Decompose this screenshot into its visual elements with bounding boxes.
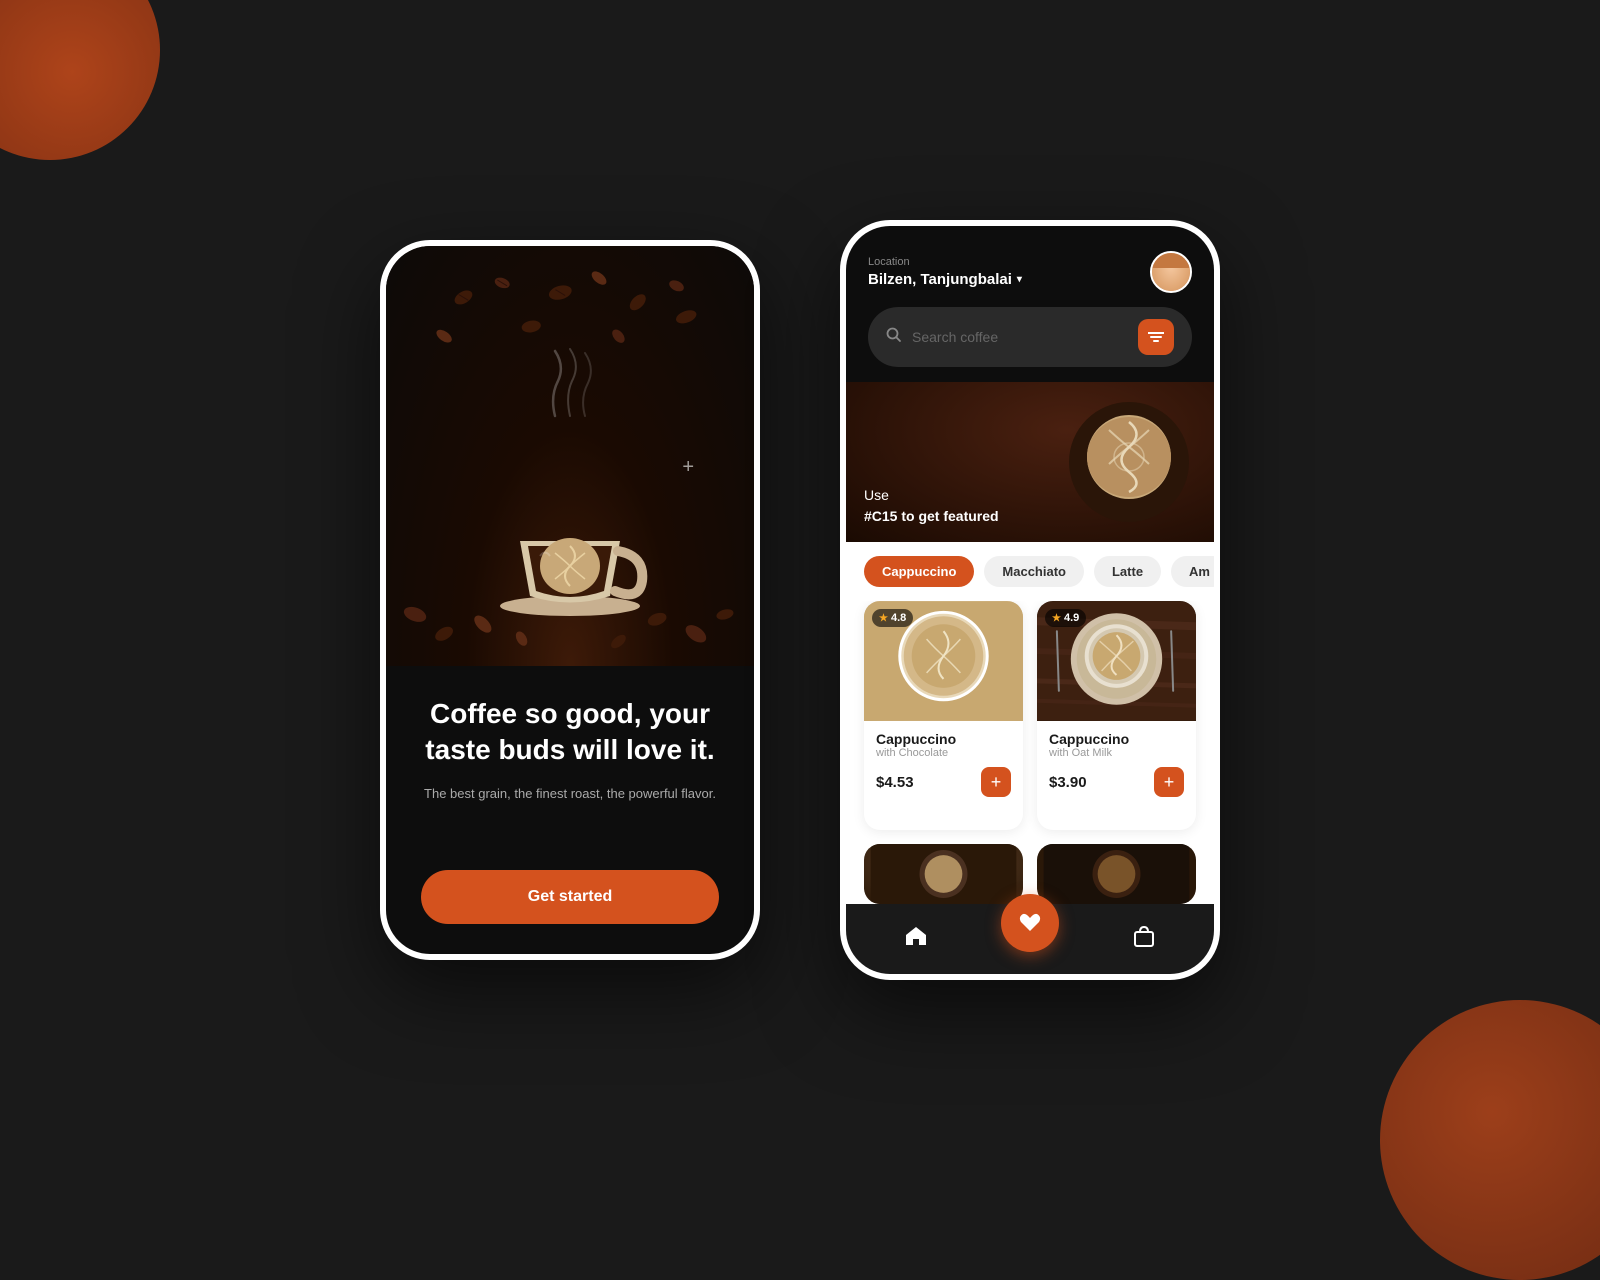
get-started-button[interactable]: Get started bbox=[421, 870, 719, 924]
product-name-2: Cappuccino bbox=[1049, 731, 1184, 747]
home-header: Location Bilzen, Tanjungbalai ▾ Sear bbox=[846, 226, 1214, 382]
add-to-cart-button-2[interactable]: + bbox=[1154, 767, 1184, 797]
location-block: Location Bilzen, Tanjungbalai ▾ bbox=[868, 256, 1022, 288]
bottom-card-2: ★ 4.5 bbox=[1037, 844, 1196, 904]
user-avatar[interactable] bbox=[1150, 251, 1192, 293]
hero-image-area: + bbox=[386, 246, 754, 666]
location-row: Location Bilzen, Tanjungbalai ▾ bbox=[868, 251, 1192, 293]
avatar-face bbox=[1152, 253, 1190, 291]
promo-banner: Use #C15 to get featured bbox=[846, 382, 1214, 542]
rating-badge-2: ★ 4.9 bbox=[1045, 609, 1086, 627]
product-variant-1: with Chocolate bbox=[876, 747, 1011, 759]
splash-title: Coffee so good, your taste buds will lov… bbox=[421, 696, 719, 769]
search-placeholder-text: Search coffee bbox=[912, 329, 1128, 345]
splash-subtitle: The best grain, the finest roast, the po… bbox=[424, 784, 716, 805]
tab-cappuccino[interactable]: Cappuccino bbox=[864, 556, 974, 587]
tab-macchiato[interactable]: Macchiato bbox=[984, 556, 1084, 587]
beans-scatter-decoration bbox=[386, 466, 754, 666]
banner-text-block: Use #C15 to get featured bbox=[864, 485, 999, 527]
location-name[interactable]: Bilzen, Tanjungbalai ▾ bbox=[868, 271, 1022, 288]
location-label: Location bbox=[868, 256, 1022, 268]
product-image-1: ★ 4.8 bbox=[864, 601, 1023, 721]
bottom-card-1: ★ 4.6 bbox=[864, 844, 1023, 904]
products-grid: ★ 4.8 Cappuccino with Chocolate $4.53 + bbox=[846, 601, 1214, 844]
bg-decoration-br bbox=[1380, 1000, 1600, 1280]
product-footer-1: $4.53 + bbox=[876, 767, 1011, 797]
filter-button[interactable] bbox=[1138, 319, 1174, 355]
add-to-cart-button-1[interactable]: + bbox=[981, 767, 1011, 797]
splash-content: Coffee so good, your taste buds will lov… bbox=[386, 666, 754, 954]
banner-line1: Use bbox=[864, 485, 999, 506]
tab-latte[interactable]: Latte bbox=[1094, 556, 1161, 587]
search-icon bbox=[886, 327, 902, 348]
product-card-2: ★ 4.9 Cappuccino with Oat Milk $3.90 + bbox=[1037, 601, 1196, 830]
tab-americano[interactable]: Am bbox=[1171, 556, 1214, 587]
location-chevron-icon: ▾ bbox=[1017, 274, 1022, 285]
star-icon-1: ★ bbox=[879, 613, 888, 624]
rating-badge-1: ★ 4.8 bbox=[872, 609, 913, 627]
bg-decoration-tl bbox=[0, 0, 160, 160]
bag-nav-icon[interactable] bbox=[1124, 916, 1164, 956]
steam-decoration bbox=[540, 346, 600, 426]
product-image-2: ★ 4.9 bbox=[1037, 601, 1196, 721]
product-name-1: Cappuccino bbox=[876, 731, 1011, 747]
star-icon-2: ★ bbox=[1052, 613, 1061, 624]
home-screen-phone: Location Bilzen, Tanjungbalai ▾ Sear bbox=[840, 220, 1220, 980]
product-price-2: $3.90 bbox=[1049, 774, 1087, 791]
product-card-1: ★ 4.8 Cappuccino with Chocolate $4.53 + bbox=[864, 601, 1023, 830]
favorites-nav-button[interactable] bbox=[1001, 894, 1059, 952]
avatar-hair bbox=[1152, 253, 1190, 268]
product-info-1: Cappuccino with Chocolate $4.53 + bbox=[864, 721, 1023, 807]
product-price-1: $4.53 bbox=[876, 774, 914, 791]
home-nav-icon[interactable] bbox=[896, 916, 936, 956]
splash-screen-phone: + Coffee so good, your taste buds will l… bbox=[380, 240, 760, 960]
product-variant-2: with Oat Milk bbox=[1049, 747, 1184, 759]
banner-line2: #C15 to get featured bbox=[864, 506, 999, 527]
product-info-2: Cappuccino with Oat Milk $3.90 + bbox=[1037, 721, 1196, 807]
plus-decoration: + bbox=[682, 456, 694, 479]
search-bar[interactable]: Search coffee bbox=[868, 307, 1192, 367]
category-tabs: Cappuccino Macchiato Latte Am bbox=[846, 542, 1214, 601]
bottom-navigation bbox=[846, 904, 1214, 974]
product-footer-2: $3.90 + bbox=[1049, 767, 1184, 797]
